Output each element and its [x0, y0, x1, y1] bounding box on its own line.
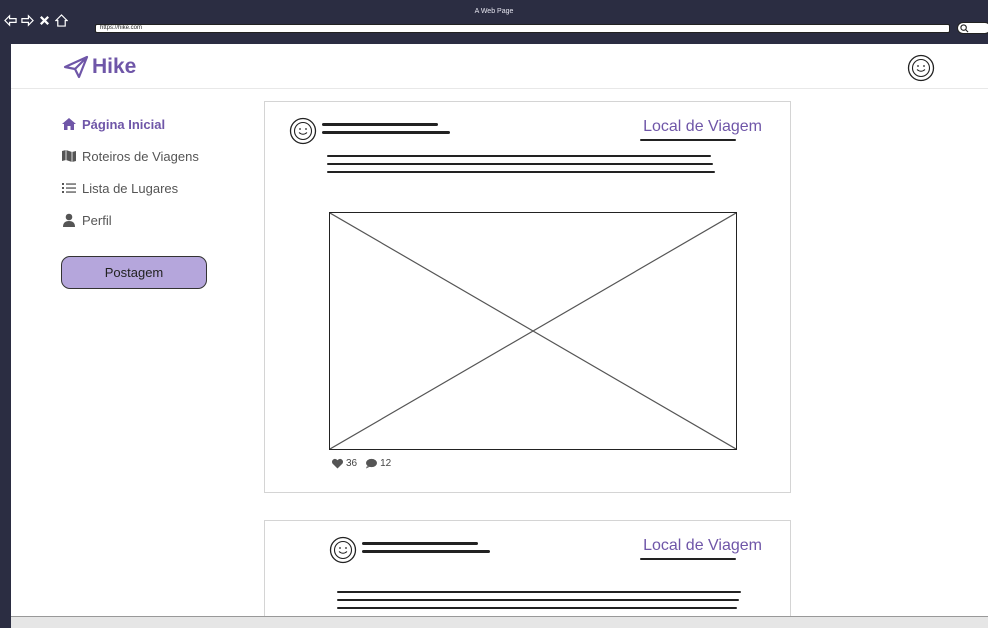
sidebar-item-profile[interactable]: Perfil	[61, 204, 207, 236]
post-card: Local de Viagem 36 12	[264, 101, 791, 493]
close-icon[interactable]	[38, 14, 51, 27]
post-body-text	[337, 591, 741, 615]
author-avatar-icon[interactable]	[329, 536, 357, 564]
sidebar: Página Inicial Roteiros de Viagens Lista…	[61, 108, 207, 289]
author-avatar-icon[interactable]	[289, 117, 317, 145]
post-card: Local de Viagem	[264, 520, 791, 616]
map-icon	[62, 150, 76, 162]
logo-text: Hike	[92, 55, 137, 78]
page-viewport: Hike Página Inicial Roteiros de Viagens …	[11, 44, 988, 616]
post-location-subtitle	[640, 558, 736, 560]
sidebar-item-places-list[interactable]: Lista de Lugares	[61, 172, 207, 204]
top-bar: Hike	[11, 44, 988, 89]
post-location-title[interactable]: Local de Viagem	[643, 537, 762, 555]
home-icon	[62, 118, 76, 130]
sidebar-item-label: Perfil	[82, 212, 112, 228]
post-stats: 36 12	[331, 458, 391, 469]
like-count[interactable]: 36	[331, 458, 357, 469]
browser-chrome: A Web Page https://hike.com	[0, 0, 988, 44]
browser-nav	[4, 14, 68, 27]
browser-search[interactable]	[957, 22, 988, 34]
sidebar-item-travel-routes[interactable]: Roteiros de Viagens	[61, 140, 207, 172]
comment-icon	[366, 458, 378, 469]
post-body-text	[327, 155, 715, 179]
back-icon[interactable]	[4, 14, 17, 27]
window-title: A Web Page	[474, 8, 514, 15]
forward-icon[interactable]	[21, 14, 34, 27]
sidebar-item-home[interactable]: Página Inicial	[61, 108, 207, 140]
sidebar-item-label: Roteiros de Viagens	[82, 148, 199, 164]
comment-count-value: 12	[380, 458, 392, 469]
sidebar-item-label: Página Inicial	[82, 116, 166, 132]
post-location-title[interactable]: Local de Viagem	[643, 118, 762, 136]
post-author-meta	[322, 123, 450, 139]
sidebar-item-label: Lista de Lugares	[82, 180, 179, 196]
post-location-subtitle	[640, 139, 736, 141]
user-icon	[63, 213, 75, 227]
comment-count[interactable]: 12	[365, 458, 391, 469]
logo[interactable]: Hike	[63, 55, 136, 79]
post-button[interactable]: Postagem	[61, 256, 207, 289]
list-icon	[62, 183, 76, 193]
post-author-meta	[362, 542, 490, 558]
like-count-value: 36	[346, 458, 358, 469]
post-image[interactable]	[329, 212, 737, 450]
paper-plane-icon	[63, 55, 89, 79]
search-icon	[960, 24, 969, 33]
heart-icon	[331, 458, 344, 469]
url-bar[interactable]: https://hike.com	[95, 24, 950, 33]
horizontal-scrollbar[interactable]	[11, 616, 988, 628]
user-avatar-icon[interactable]	[907, 54, 935, 82]
home-icon[interactable]	[55, 14, 68, 27]
